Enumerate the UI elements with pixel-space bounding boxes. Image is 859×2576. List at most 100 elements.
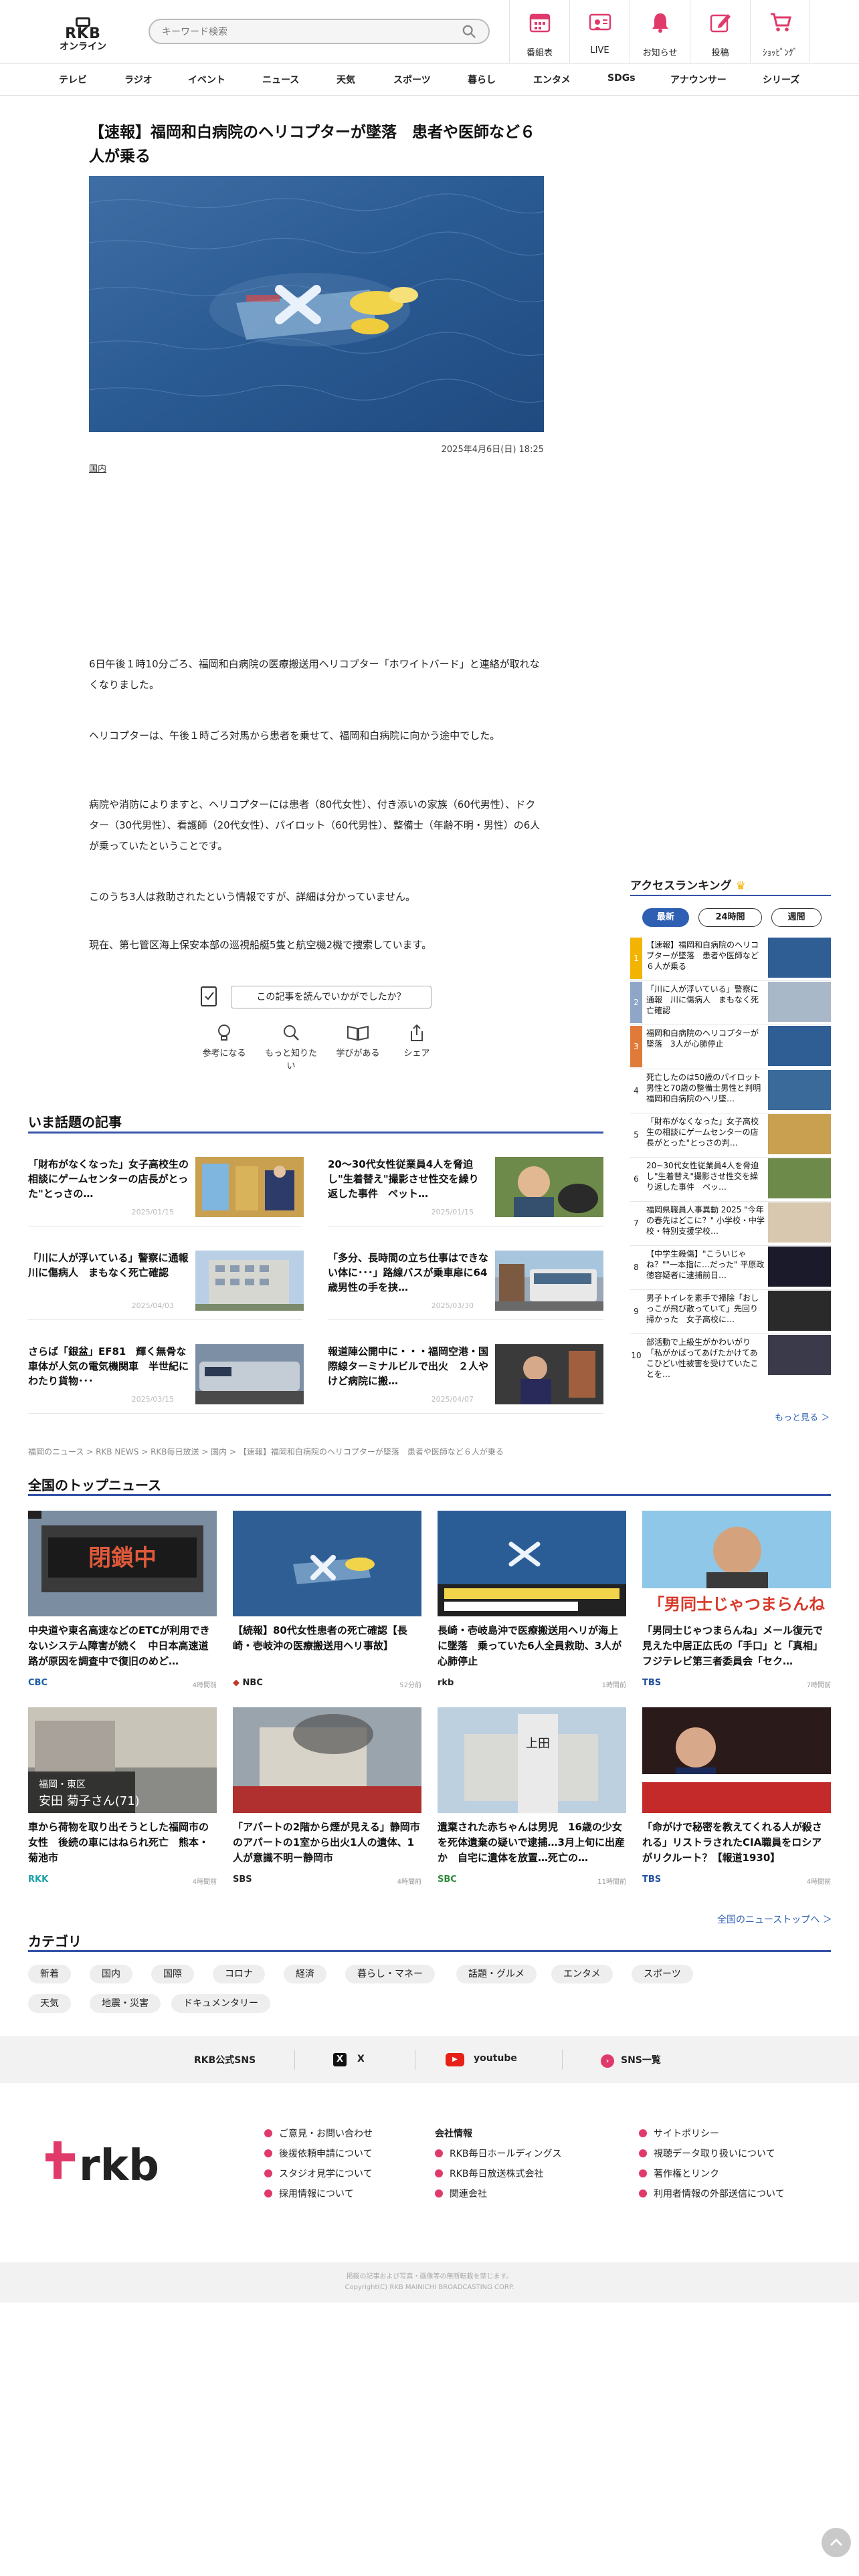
news-card[interactable]: 閉鎖中 中央道や東名高速などのETCが利用できないシステム障害が続く 中日本高速… xyxy=(28,1511,217,1705)
trending-item[interactable]: 「川に人が浮いている」警察に通報 川に傷病人 まもなく死亡確認 2025/04/… xyxy=(28,1251,304,1317)
category-pill[interactable]: エンタメ xyxy=(551,1965,613,1983)
nav-item-sports[interactable]: スポーツ xyxy=(393,73,431,86)
ranking-item[interactable]: 4 死亡したのは50歳のパイロット男性と70歳の整備士男性と判明 福岡和白病院のヘ… xyxy=(630,1070,831,1114)
breadcrumb[interactable]: 福岡のニュース > RKB NEWS > RKB毎日放送 > 国内 > 【速報】… xyxy=(28,1446,504,1457)
logo-subtext: オンライン xyxy=(60,41,106,52)
live-button[interactable]: LIVE xyxy=(569,0,630,64)
news-source: CBC xyxy=(28,1678,47,1688)
ranking-title: 「財布がなくなった」女子高校生の相談にゲームセンターの店長がとった"とっさの判… xyxy=(646,1117,759,1148)
article-paragraph: ヘリコプターは、午後１時ごろ対馬から患者を乗せて、福岡和白病院に向かう途中でした… xyxy=(89,730,500,742)
news-card[interactable]: 上田 遺棄された赤ちゃんは男児 16歳の少女を死体遺棄の疑いで逮捕…3月上旬に出… xyxy=(438,1707,626,1901)
trending-item[interactable]: さらば「銀盆」EF81 輝く無骨な車体が人気の電気機関車 半世紀にわたり貨物･･… xyxy=(28,1344,304,1411)
footer-link-label: ご意見・お問い合わせ xyxy=(279,2129,373,2139)
footer-link[interactable]: ご意見・お問い合わせ xyxy=(264,2127,373,2140)
topnews-underline xyxy=(28,1494,831,1496)
footer-link[interactable]: スタジオ見学について xyxy=(264,2167,373,2180)
category-pill[interactable]: 国内 xyxy=(90,1965,132,1983)
youtube-label: youtube xyxy=(474,2053,517,2064)
ranking-title: 男子トイレを素手で掃除「おしっこが飛び散っていて」先回り掃かった 女子高校に… xyxy=(646,1293,759,1324)
bullet-icon xyxy=(264,2169,272,2177)
youtube-link[interactable]: ▶ youtube xyxy=(446,2053,517,2066)
news-card[interactable]: 長崎・壱岐島沖で医療搬送用ヘリが海上に墜落 乗っていた6人全員救助、3人が心肺停… xyxy=(438,1511,626,1705)
footer-link[interactable]: 著作権とリンク xyxy=(639,2167,719,2180)
category-pill[interactable]: 天気 xyxy=(28,1994,71,2013)
back-to-top-button[interactable] xyxy=(822,2528,851,2557)
copyright-text: Copyright(C) RKB MAINICHI BROADCASTING C… xyxy=(345,2284,514,2291)
program-guide-button[interactable]: 番組表 xyxy=(509,0,569,64)
footer-rkb-logo[interactable]: rkb xyxy=(45,2133,166,2193)
nav-item-weather[interactable]: 天気 xyxy=(337,73,355,86)
category-link[interactable]: 国内 xyxy=(89,461,106,474)
news-card[interactable]: 「アパートの2階から煙が見える」静岡市のアパートの1室から出火1人の遺体、1人が… xyxy=(233,1707,421,1901)
ranking-tab-weekly[interactable]: 週間 xyxy=(771,908,822,927)
bullet-icon xyxy=(264,2129,272,2137)
news-card[interactable]: 「命がけで秘密を教えてくれる人が殺される」リストラされたCIA職員をロシアがリク… xyxy=(642,1707,831,1901)
nav-item-news[interactable]: ニュース xyxy=(262,73,299,86)
x-link[interactable]: XX xyxy=(333,2053,365,2066)
ranking-title: 部活動で上級生がかわいがり「私がかばってあげたかけてあこひどい性被害を受けていた… xyxy=(646,1337,759,1379)
share-button[interactable]: シェア xyxy=(387,1023,447,1059)
ranking-item[interactable]: 3 福岡和白病院のヘリコプターが墜落 3人が心肺停止 xyxy=(630,1026,831,1070)
nav-item-entertainment[interactable]: エンタメ xyxy=(533,73,571,86)
sns-list-link[interactable]: › SNS一覧 xyxy=(601,2053,661,2068)
category-pill[interactable]: 話題・グルメ xyxy=(456,1965,537,1983)
news-card[interactable]: 「男同士じゃつまらんね 「男同士じゃつまらんね」メール復元で見えた中居正広氏の「… xyxy=(642,1511,831,1705)
trending-item[interactable]: 報道陣公開中に・・・福岡空港・国際線ターミナルビルで出火 ２人やけど病院に搬… … xyxy=(328,1344,603,1411)
reaction-helpful-button[interactable]: 参考になる xyxy=(194,1023,254,1059)
category-pill[interactable]: 新着 xyxy=(28,1965,71,1983)
news-card[interactable]: 福岡・東区 安田 菊子さん(71) 車から荷物を取り出そうとした福岡市の女性 後続… xyxy=(28,1707,217,1901)
ranking-item[interactable]: 6 20~30代女性従業員4人を脅迫し"生着替え"撮影させ性交を繰り返した事件 ペ… xyxy=(630,1158,831,1202)
nav-item-event[interactable]: イベント xyxy=(188,73,225,86)
ranking-item[interactable]: 2 「川に人が浮いている」警察に通報 川に傷病人 まもなく死亡確認 xyxy=(630,982,831,1026)
ranking-item[interactable]: 5 「財布がなくなった」女子高校生の相談にゲームセンターの店長がとった"とっさの判… xyxy=(630,1114,831,1158)
rkb-logo[interactable]: RKB オンライン xyxy=(52,17,114,52)
footer-link[interactable]: 利用者情報の外部送信について xyxy=(639,2187,785,2200)
trending-item[interactable]: 「財布がなくなった」女子高校生の相談にゲームセンターの店長がとった"とっさの… … xyxy=(28,1157,304,1224)
ranking-item[interactable]: 8 【中学生殺傷】"こういじゃね？""一本指に…だった" 平原政徳容疑者に逮捕前日… xyxy=(630,1247,831,1291)
footer-link[interactable]: 採用情報について xyxy=(264,2187,354,2200)
ranking-tab-latest[interactable]: 最新 xyxy=(642,908,689,927)
svg-text:「男同士じゃつまらんね: 「男同士じゃつまらんね xyxy=(648,1595,825,1614)
news-card[interactable]: 【続報】80代女性患者の死亡確認【長崎・壱岐沖の医療搬送用ヘリ事故】 ◆ NBC… xyxy=(233,1511,421,1705)
footer-link[interactable]: RKB毎日ホールディングス xyxy=(435,2147,562,2160)
ranking-item[interactable]: 10 部活動で上級生がかわいがり「私がかばってあげたかけてあこひどい性被害を受けて… xyxy=(630,1335,831,1379)
trending-item[interactable]: 20～30代女性従業員4人を脅迫し"生着替え"撮影させ性交を繰り返した事件 ペッ… xyxy=(328,1157,603,1224)
nav-item-tv[interactable]: テレビ xyxy=(59,73,87,86)
category-pill[interactable]: 経済 xyxy=(284,1965,326,1983)
post-button[interactable]: 投稿 xyxy=(690,0,750,64)
search-input[interactable] xyxy=(162,24,443,40)
nav-item-radio[interactable]: ラジオ xyxy=(124,73,153,86)
category-pill[interactable]: ドキュメンタリー xyxy=(171,1994,270,2013)
reaction-learn-button[interactable]: 学びがある xyxy=(328,1023,388,1059)
more-news-link[interactable]: 全国のニューストップへ ＞ xyxy=(717,1913,832,1926)
ranking-item[interactable]: 1 【速報】福岡和白病院のヘリコプターが墜落 患者や医師など６人が乗る xyxy=(630,938,831,982)
trending-item[interactable]: 「多分、長時間の立ち仕事はできない体に･･･」路線バスが乗車扉に64歳男性の手を… xyxy=(328,1251,603,1317)
footer-link[interactable]: 関連会社 xyxy=(435,2187,487,2200)
nav-item-living[interactable]: 暮らし xyxy=(468,73,496,86)
footer-link[interactable]: 後援依頼申請について xyxy=(264,2147,373,2160)
category-pill[interactable]: 暮らし・マネー xyxy=(345,1965,435,1983)
article-paragraph: 現在、第七管区海上保安本部の巡視船艇5隻と航空機2機で捜索しています。 xyxy=(89,939,432,951)
category-pill[interactable]: コロナ xyxy=(213,1965,265,1983)
nav-item-sdgs[interactable]: SDGs xyxy=(607,73,636,84)
footer-link[interactable]: 視聴データ取り扱いについて xyxy=(639,2147,775,2160)
category-pill[interactable]: スポーツ xyxy=(632,1965,693,1983)
reaction-more-button[interactable]: もっと知りたい xyxy=(261,1023,321,1071)
ranking-more-link[interactable]: もっと見る ＞ xyxy=(775,1410,830,1423)
category-pill[interactable]: 地震・災害 xyxy=(90,1994,161,2013)
ranking-item[interactable]: 9 男子トイレを素手で掃除「おしっこが飛び散っていて」先回り掃かった 女子高校に… xyxy=(630,1291,831,1335)
search-icon[interactable] xyxy=(462,24,476,39)
ranking-tab-24h[interactable]: 24時間 xyxy=(698,908,762,927)
bullet-icon xyxy=(639,2189,647,2197)
footer-link[interactable]: RKB毎日放送株式会社 xyxy=(435,2167,544,2180)
nav-item-announcer[interactable]: アナウンサー xyxy=(670,73,727,86)
ranking-item[interactable]: 7 福岡県職員人事異動 2025 "今年の春先はどこに？" 小学校・中学校・特別支… xyxy=(630,1202,831,1247)
category-pill[interactable]: 国際 xyxy=(151,1965,194,1983)
footer-link[interactable]: サイトポリシー xyxy=(639,2127,719,2140)
notice-button[interactable]: お知らせ xyxy=(630,0,690,64)
footer-link-label: 関連会社 xyxy=(450,2189,487,2199)
nav-item-series[interactable]: シリーズ xyxy=(763,73,799,86)
footer-link-label: サイトポリシー xyxy=(654,2129,719,2139)
shopping-button[interactable]: ｼｮｯﾋﾟﾝｸﾞ xyxy=(750,0,810,64)
search-box[interactable] xyxy=(149,19,490,44)
